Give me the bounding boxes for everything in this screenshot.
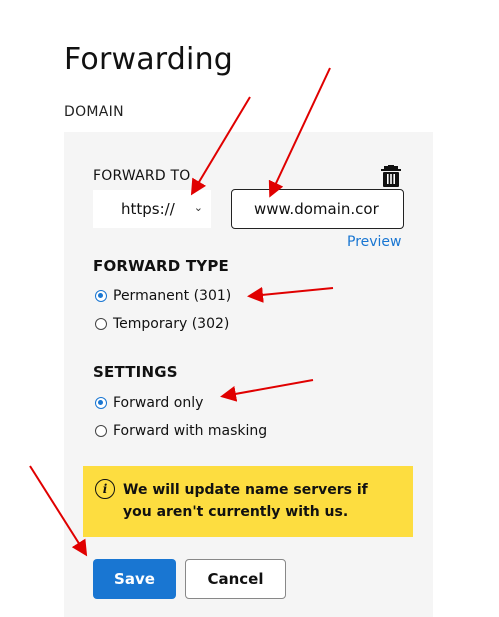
- forward-only-radio[interactable]: [95, 397, 107, 409]
- preview-link[interactable]: Preview: [347, 234, 402, 250]
- temporary-label: Temporary (302): [113, 316, 230, 332]
- protocol-value: https://: [121, 200, 175, 218]
- forward-masking-radio[interactable]: [95, 425, 107, 437]
- settings-forward-only-option[interactable]: Forward only: [95, 395, 203, 411]
- permanent-radio[interactable]: [95, 290, 107, 302]
- domain-section-label: DOMAIN: [64, 104, 124, 120]
- settings-forward-masking-option[interactable]: Forward with masking: [95, 423, 267, 439]
- forward-type-heading: FORWARD TYPE: [93, 257, 229, 275]
- forward-to-label: FORWARD TO: [93, 168, 191, 184]
- settings-heading: SETTINGS: [93, 363, 178, 381]
- permanent-label: Permanent (301): [113, 288, 232, 304]
- name-server-notice: i We will update name servers if you are…: [83, 466, 413, 537]
- temporary-radio[interactable]: [95, 318, 107, 330]
- forward-type-temporary-option[interactable]: Temporary (302): [95, 316, 229, 332]
- trash-icon[interactable]: [381, 165, 401, 187]
- forward-type-permanent-option[interactable]: Permanent (301): [95, 288, 231, 304]
- protocol-select[interactable]: https:// ⌄: [93, 190, 211, 228]
- forward-url-input[interactable]: www.domain.cor: [231, 189, 404, 229]
- page-title: Forwarding: [64, 42, 234, 77]
- forward-url-value: www.domain.cor: [254, 200, 379, 218]
- cancel-button[interactable]: Cancel: [185, 559, 286, 599]
- forward-only-label: Forward only: [113, 395, 204, 411]
- info-icon: i: [95, 479, 115, 499]
- notice-text: We will update name servers if you aren'…: [123, 482, 368, 520]
- chevron-down-icon: ⌄: [193, 201, 203, 214]
- save-button[interactable]: Save: [93, 559, 176, 599]
- forward-masking-label: Forward with masking: [113, 423, 268, 439]
